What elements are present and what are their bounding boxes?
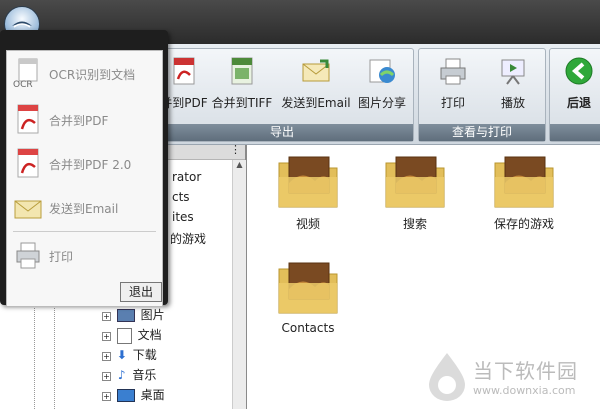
pdf-merge-icon: [173, 57, 195, 85]
watermark-logo-icon: [429, 353, 465, 401]
folder-item-saved-games[interactable]: 保存的游戏: [484, 153, 564, 232]
watermark-url: www.downxia.com: [473, 384, 576, 397]
pdf-icon: [17, 148, 39, 178]
tree-item-partial[interactable]: cts: [172, 190, 190, 204]
document-folder-icon: [116, 327, 132, 344]
menu-divider: [13, 231, 156, 232]
printer-icon: [440, 58, 466, 85]
play-label: 播放: [500, 96, 525, 110]
view-print-group: 打印 播放 查看与打印: [418, 48, 546, 142]
folder-label: 搜索: [402, 217, 427, 231]
ocr-icon: OCR: [13, 58, 38, 89]
music-folder-icon: ♪: [117, 368, 126, 382]
svg-text:OCR: OCR: [13, 80, 33, 89]
export-group-label: 导出: [151, 124, 413, 141]
expand-icon[interactable]: +: [102, 372, 111, 381]
folder-item-videos[interactable]: 视频: [268, 153, 348, 232]
expand-icon[interactable]: +: [102, 392, 111, 401]
folder-label: Contacts: [281, 321, 335, 335]
exit-button[interactable]: 退出: [120, 282, 162, 302]
export-group: 并到PDF 合并到TIFF 发送到Email 图片分享 导出: [150, 48, 414, 142]
tree-item-partial[interactable]: rator: [172, 170, 201, 184]
folder-item-contacts[interactable]: Contacts: [268, 259, 348, 335]
tiff-icon: [231, 57, 253, 85]
folder-item-search[interactable]: 搜索: [375, 153, 455, 232]
picture-folder-icon: [116, 309, 135, 322]
expand-icon[interactable]: +: [102, 312, 111, 321]
tree-item-downloads[interactable]: + ⬇ 下载: [102, 346, 157, 363]
expand-icon[interactable]: +: [102, 352, 111, 361]
desktop-folder-icon: [116, 389, 135, 402]
menu-item-print[interactable]: 打印: [7, 235, 162, 275]
back-button[interactable]: 后退: [554, 55, 600, 111]
image-share-button[interactable]: 图片分享: [354, 55, 410, 111]
nav-group-label: [550, 124, 600, 141]
view-print-group-label: 查看与打印: [419, 124, 545, 141]
pdf-icon: [17, 104, 39, 134]
download-folder-icon: ⬇: [116, 348, 127, 362]
watermark: 当下软件园 www.downxia.com: [429, 353, 578, 401]
tree-item-partial[interactable]: 的游戏: [170, 230, 206, 247]
expand-icon[interactable]: +: [102, 332, 111, 341]
tree-scrollbar[interactable]: ▲: [232, 160, 246, 409]
pane-options-icon[interactable]: ⋮: [230, 143, 241, 156]
send-email-label: 发送到Email: [281, 96, 351, 110]
menu-item-merge-pdf-2[interactable]: 合并到PDF 2.0: [7, 143, 162, 183]
tree-item-pictures[interactable]: + 图片: [102, 306, 165, 323]
image-share-label: 图片分享: [357, 96, 406, 110]
tree-item-partial[interactable]: ites: [172, 210, 194, 224]
tree-item-music[interactable]: + ♪ 音乐: [102, 366, 156, 383]
print-button[interactable]: 打印: [425, 55, 481, 111]
app-menu: OCR OCR识别到文档 合并到PDF 合并到PDF 2.0 发送到Email …: [0, 30, 168, 307]
folder-icon: [384, 153, 446, 209]
image-share-icon: [369, 59, 395, 83]
slideshow-icon: [501, 59, 525, 85]
folder-icon: [277, 153, 339, 209]
back-arrow-icon: [565, 57, 593, 85]
menu-item-merge-pdf[interactable]: 合并到PDF: [7, 99, 162, 139]
folder-label: 保存的游戏: [493, 217, 554, 231]
folder-icon: [493, 153, 555, 209]
menu-item-send-email[interactable]: 发送到Email: [7, 187, 162, 227]
email-icon: [14, 200, 42, 219]
app-menu-list: OCR OCR识别到文档 合并到PDF 合并到PDF 2.0 发送到Email …: [6, 50, 163, 307]
email-icon: [302, 59, 330, 82]
folder-label: 视频: [295, 217, 320, 231]
send-email-button[interactable]: 发送到Email: [281, 55, 351, 111]
play-button[interactable]: 播放: [485, 55, 541, 111]
merge-tiff-button[interactable]: 合并到TIFF: [209, 55, 275, 111]
folder-icon: [277, 259, 339, 315]
back-label: 后退: [566, 96, 591, 110]
tree-item-documents[interactable]: + 文档: [102, 326, 162, 344]
menu-item-ocr[interactable]: OCR OCR识别到文档: [7, 53, 162, 93]
tree-item-desktop[interactable]: + 桌面: [102, 386, 165, 403]
scroll-up-icon[interactable]: ▲: [233, 160, 246, 169]
print-label: 打印: [440, 96, 465, 110]
watermark-name: 当下软件园: [473, 359, 578, 383]
nav-group: 后退: [549, 48, 600, 142]
merge-tiff-label: 合并到TIFF: [211, 96, 273, 110]
printer-icon: [16, 242, 40, 269]
